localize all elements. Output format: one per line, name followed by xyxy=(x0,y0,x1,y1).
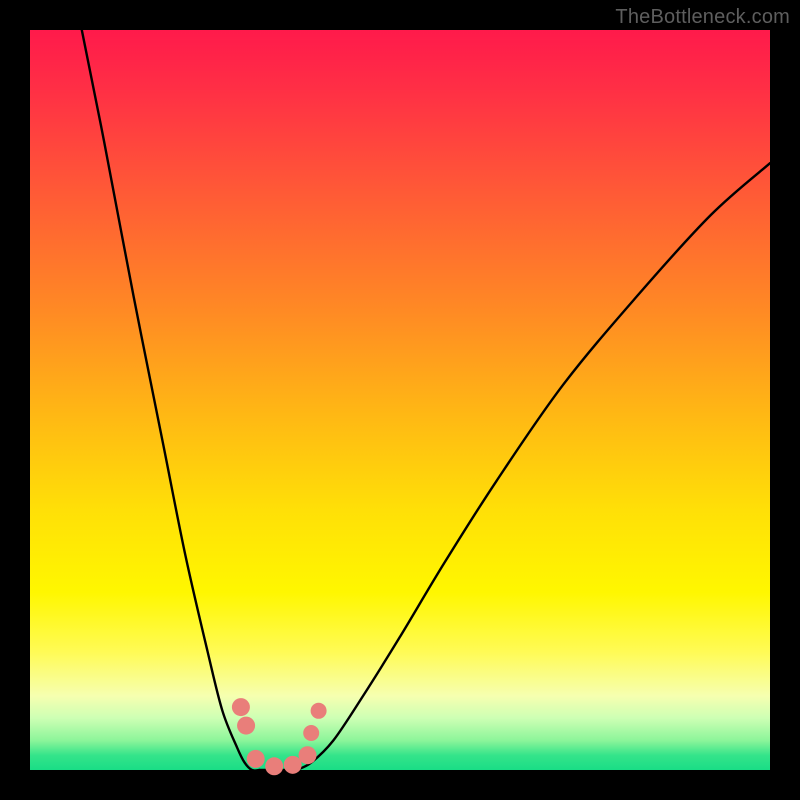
marker-left-dot-upper xyxy=(232,698,250,716)
chart-svg xyxy=(30,30,770,770)
marker-right-dot-upper xyxy=(311,703,327,719)
watermark-text: TheBottleneck.com xyxy=(615,6,790,29)
plot-area xyxy=(30,30,770,770)
marker-left-dot-lower xyxy=(237,717,255,735)
marker-valley-dot-2 xyxy=(265,757,283,775)
series-left-curve xyxy=(82,30,260,771)
series-layer xyxy=(82,30,770,771)
series-right-curve xyxy=(296,163,770,770)
marker-right-dot-lower xyxy=(303,725,319,741)
chart-frame: TheBottleneck.com xyxy=(0,0,800,800)
marker-valley-dot-1 xyxy=(247,750,265,768)
marker-valley-dot-4 xyxy=(299,746,317,764)
marker-valley-dot-3 xyxy=(284,756,302,774)
